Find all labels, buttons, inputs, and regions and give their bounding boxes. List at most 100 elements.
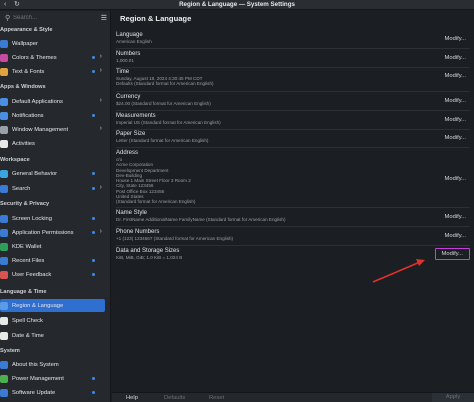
sidebar-item-recent-files[interactable]: Recent Files <box>0 254 105 267</box>
application-permissions-icon <box>0 228 8 237</box>
notification-dot-icon <box>92 172 95 175</box>
setting-row-time: Time Sunday, August 18, 2024 4:30:45 PM … <box>116 69 472 87</box>
setting-value: American English <box>116 39 152 44</box>
modify-button[interactable]: Modify... <box>445 98 466 104</box>
sidebar-item-label: Notifications <box>12 112 44 119</box>
modify-button[interactable]: Modify... <box>445 214 466 220</box>
recent-files-icon <box>0 256 8 265</box>
reset-button[interactable]: Reset <box>209 394 224 402</box>
sidebar-item-label: About this System <box>12 361 59 368</box>
section-language-time: Language & Time <box>0 289 47 295</box>
search-settings-icon <box>0 184 8 193</box>
sidebar-item-label: Application Permissions <box>12 229 74 236</box>
footer-bar: Help Defaults Reset Apply <box>112 392 474 402</box>
section-security-privacy: Security & Privacy <box>0 201 50 207</box>
sidebar-item-label: Search <box>12 185 31 192</box>
divider <box>116 110 470 111</box>
notification-dot-icon <box>92 231 95 234</box>
setting-label: Language <box>116 32 143 38</box>
setting-label: Numbers <box>116 51 141 57</box>
divider <box>116 207 470 208</box>
notification-dot-icon <box>92 259 95 262</box>
sidebar-item-label: Activities <box>12 140 35 147</box>
modify-button[interactable]: Modify... <box>445 233 466 239</box>
modify-button[interactable]: Modify... <box>445 73 466 79</box>
modify-button[interactable]: Modify... <box>445 135 466 141</box>
activities-icon <box>0 139 8 148</box>
modify-button[interactable]: Modify... <box>445 36 466 42</box>
user-feedback-icon <box>0 270 8 279</box>
title-bar: ‹ ↻ Region & Language — System Settings <box>0 0 474 10</box>
setting-row-address: Address c/o Acme Corporation Development… <box>116 150 472 205</box>
setting-value: (Standard format for American English) <box>116 199 196 205</box>
about-system-icon <box>0 360 8 369</box>
sidebar-item-screen-locking[interactable]: Screen Locking <box>0 212 105 225</box>
chevron-right-icon: › <box>99 125 102 132</box>
help-button[interactable]: Help <box>126 394 138 402</box>
notifications-icon <box>0 111 8 120</box>
sidebar-item-label: Text & Fonts <box>12 68 45 75</box>
setting-row-name-style: Name Style Dr. FirstName AdditionalName … <box>116 210 472 222</box>
modify-button[interactable]: Modify... <box>445 176 466 182</box>
sidebar-item-power-management[interactable]: Power Management <box>0 372 105 385</box>
window-title: Region & Language — System Settings <box>179 1 295 8</box>
apply-button[interactable]: Apply <box>432 393 474 402</box>
sidebar-item-general-behavior[interactable]: General Behavior <box>0 167 105 180</box>
sidebar-item-region-language[interactable]: Region & Language <box>0 299 105 312</box>
sidebar-item-search[interactable]: Search › <box>0 182 105 195</box>
sidebar-item-kde-wallet[interactable]: KDE Wallet <box>0 240 105 253</box>
page-title: Region & Language <box>120 14 192 23</box>
sidebar-item-activities[interactable]: Activities <box>0 137 105 150</box>
defaults-button[interactable]: Defaults <box>164 394 185 402</box>
setting-value: $24.00 (Standard format for American Eng… <box>116 101 211 106</box>
wallpaper-icon <box>0 39 8 48</box>
search-input[interactable] <box>13 15 93 21</box>
sidebar-item-software-update[interactable]: Software Update <box>0 386 105 399</box>
sidebar-item-label: Screen Locking <box>12 215 52 222</box>
divider <box>116 129 470 130</box>
modify-button[interactable]: Modify... <box>445 117 466 123</box>
setting-label: Paper Size <box>116 131 146 137</box>
section-apps-windows: Apps & Windows <box>0 84 46 90</box>
hamburger-menu-icon[interactable]: ☰ <box>101 14 107 22</box>
sidebar-item-application-permissions[interactable]: Application Permissions › <box>0 226 105 239</box>
setting-row-language: Language American English Modify... <box>116 32 472 44</box>
notification-dot-icon <box>92 217 95 220</box>
chevron-right-icon: › <box>99 97 102 104</box>
sidebar-item-user-feedback[interactable]: User Feedback <box>0 268 105 281</box>
sidebar-item-date-time[interactable]: Date & Time <box>0 329 105 342</box>
sidebar-item-text-fonts[interactable]: Text & Fonts › <box>0 65 105 78</box>
setting-value: +1 (123) 1234567 (Standard format for Am… <box>116 236 234 241</box>
text-fonts-icon <box>0 67 8 76</box>
sidebar-item-wallpaper[interactable]: Wallpaper <box>0 37 105 50</box>
notification-dot-icon <box>92 377 95 380</box>
window-management-icon <box>0 125 8 134</box>
modify-button[interactable]: Modify... <box>434 248 470 260</box>
general-behavior-icon <box>0 169 8 178</box>
sidebar-item-colors-themes[interactable]: Colors & Themes › <box>0 51 105 64</box>
sidebar-item-label: User Feedback <box>12 271 52 278</box>
chevron-right-icon: › <box>99 67 102 74</box>
sidebar-item-label: Window Management <box>12 126 69 133</box>
sidebar-item-notifications[interactable]: Notifications <box>0 109 105 122</box>
screen-locking-icon <box>0 214 8 223</box>
modify-button[interactable]: Modify... <box>445 55 466 61</box>
setting-label: Name Style <box>116 210 148 216</box>
setting-value: Letter (Standard format for American Eng… <box>116 138 209 143</box>
sidebar-item-about-this-system[interactable]: About this System <box>0 358 105 371</box>
setting-row-measurements: Measurements Imperial US (Standard forma… <box>116 113 472 125</box>
sidebar-item-label: Spell Check <box>12 317 43 324</box>
section-appearance-style: Appearance & Style <box>0 27 53 33</box>
sidebar-item-label: KDE Wallet <box>12 243 42 250</box>
sidebar-item-window-management[interactable]: Window Management › <box>0 123 105 136</box>
sidebar-item-label: Wallpaper <box>12 40 38 47</box>
notification-dot-icon <box>92 187 95 190</box>
section-system: System <box>0 348 20 354</box>
sidebar-item-spell-check[interactable]: Spell Check <box>0 314 105 327</box>
section-workspace: Workspace <box>0 157 30 163</box>
sidebar-item-default-applications[interactable]: Default Applications › <box>0 95 105 108</box>
default-applications-icon <box>0 97 8 106</box>
notification-dot-icon <box>92 56 95 59</box>
notification-dot-icon <box>92 70 95 73</box>
date-time-icon <box>0 331 8 340</box>
